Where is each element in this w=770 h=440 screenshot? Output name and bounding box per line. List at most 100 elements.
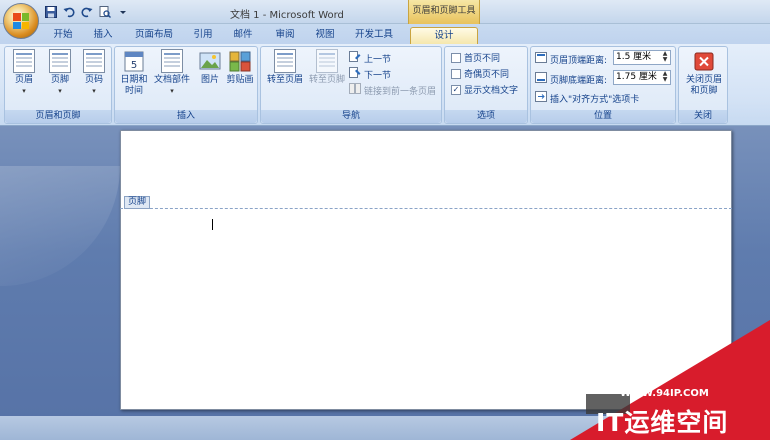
clipart-icon — [229, 49, 251, 73]
watermark-text: IT运维空间 — [596, 408, 729, 437]
alignment-tab-icon — [535, 91, 547, 105]
previous-section-button[interactable]: 上一节 — [349, 51, 391, 65]
show-document-text-checkbox[interactable]: ✓ 显示文档文字 — [451, 83, 518, 96]
group-close: 关闭页眉 和页脚 关闭 — [678, 46, 728, 124]
spinner-arrows-icon[interactable]: ▲ ▼ — [661, 51, 669, 64]
different-odd-even-label: 奇偶页不同 — [464, 70, 510, 80]
link-to-previous-label: 链接到前一条页眉 — [364, 86, 437, 97]
tab-references[interactable]: 引用 — [186, 27, 220, 44]
footer-tag: 页脚 — [124, 196, 151, 209]
goto-header-label: 转至页眉 — [266, 75, 303, 85]
window-title: 文档 1 - Microsoft Word — [230, 10, 344, 21]
title-bar: 文档 1 - Microsoft Word 页眉和页脚工具 — [0, 0, 770, 24]
picture-icon — [199, 49, 221, 73]
previous-section-label: 上一节 — [364, 54, 392, 65]
tab-home[interactable]: 开始 — [46, 27, 80, 44]
group-insert: 5 日期和 时间 文档部件 ▾ 图片 剪贴画 插入 — [114, 46, 258, 124]
group-label-options: 选项 — [445, 110, 527, 123]
spinner-arrows-icon[interactable]: ▲ ▼ — [661, 71, 669, 84]
datetime-button[interactable]: 5 日期和 时间 — [117, 49, 151, 97]
page-number-button-label: 页码 — [84, 75, 103, 85]
picture-label: 图片 — [200, 75, 219, 85]
checkmark-icon: ✓ — [451, 84, 461, 95]
customize-icon[interactable] — [116, 5, 130, 19]
close-header-footer-button[interactable]: 关闭页眉 和页脚 — [681, 49, 727, 97]
chevron-down-icon: ▾ — [22, 87, 26, 95]
tab-developer[interactable]: 开发工具 — [348, 27, 400, 44]
header-page-icon — [13, 49, 35, 73]
goto-footer-icon — [316, 49, 338, 73]
group-label-insert: 插入 — [115, 110, 257, 123]
group-label-position: 位置 — [531, 110, 675, 123]
footer-from-bottom-row: 页脚底端距离: — [535, 72, 607, 86]
office-button[interactable] — [3, 3, 39, 39]
header-distance-value: 1.5 厘米 — [616, 52, 652, 62]
insert-alignment-tab-button[interactable]: 插入"对齐方式"选项卡 — [535, 91, 639, 105]
page-number-button[interactable]: 页码 ▾ — [77, 49, 111, 97]
footer-boundary-line — [120, 208, 732, 209]
checkbox-empty-icon — [451, 68, 461, 79]
group-header-footer: 页眉 ▾ 页脚 ▾ 页码 ▾ 页眉和页脚 — [4, 46, 112, 124]
header-button[interactable]: 页眉 ▾ — [7, 49, 41, 97]
datetime-label-line1: 日期和 — [120, 75, 148, 85]
footer-distance-value: 1.75 厘米 — [616, 72, 657, 82]
different-first-page-checkbox[interactable]: 首页不同 — [451, 51, 500, 64]
previous-section-icon — [349, 51, 361, 65]
tab-page-layout[interactable]: 页面布局 — [128, 27, 180, 44]
calendar-icon: 5 — [123, 49, 145, 73]
group-navigation: 转至页眉 转至页脚 上一节 下一节 链接到前一条页眉 导航 — [260, 46, 442, 124]
goto-header-icon — [274, 49, 296, 73]
insert-alignment-tab-label: 插入"对齐方式"选项卡 — [550, 94, 640, 105]
chevron-down-icon: ▾ — [170, 87, 174, 95]
redo-icon[interactable] — [80, 5, 94, 19]
header-button-label: 页眉 — [14, 75, 33, 85]
office-logo-icon — [13, 13, 29, 29]
group-label-close: 关闭 — [679, 110, 727, 123]
tab-mailings[interactable]: 邮件 — [226, 27, 260, 44]
close-label-line1: 关闭页眉 — [685, 75, 722, 85]
tab-insert[interactable]: 插入 — [86, 27, 120, 44]
background-swoosh — [0, 166, 120, 286]
footer-position-icon — [535, 72, 547, 86]
chevron-down-icon: ▾ — [92, 87, 96, 95]
undo-icon[interactable] — [62, 5, 76, 19]
watermark-url: WWW.94IP.COM — [620, 388, 709, 399]
goto-header-button[interactable]: 转至页眉 — [265, 49, 305, 86]
print-preview-icon[interactable] — [98, 5, 112, 19]
svg-text:5: 5 — [131, 60, 137, 71]
next-section-icon — [349, 67, 361, 81]
footer-from-bottom-label: 页脚底端距离: — [550, 75, 608, 86]
different-first-page-label: 首页不同 — [464, 54, 501, 64]
next-section-button[interactable]: 下一节 — [349, 67, 391, 81]
close-icon — [693, 49, 715, 73]
quick-parts-icon — [161, 49, 183, 73]
contextual-tab-group-title: 页眉和页脚工具 — [408, 0, 480, 24]
picture-button[interactable]: 图片 — [193, 49, 227, 86]
save-icon[interactable] — [44, 5, 58, 19]
goto-footer-label: 转至页脚 — [308, 75, 345, 85]
goto-footer-button[interactable]: 转至页脚 — [307, 49, 347, 86]
next-section-label: 下一节 — [364, 70, 392, 81]
tab-view[interactable]: 视图 — [308, 27, 342, 44]
quick-parts-button[interactable]: 文档部件 ▾ — [153, 49, 191, 97]
tab-design[interactable]: 设计 — [410, 27, 478, 44]
group-label-navigation: 导航 — [261, 110, 441, 123]
footer-page-icon — [49, 49, 71, 73]
footer-button[interactable]: 页脚 ▾ — [43, 49, 77, 97]
different-odd-even-checkbox[interactable]: 奇偶页不同 — [451, 67, 509, 80]
header-distance-spinner[interactable]: 1.5 厘米 ▲ ▼ — [613, 50, 671, 65]
checkbox-empty-icon — [451, 52, 461, 63]
header-from-top-row: 页眉顶端距离: — [535, 52, 607, 66]
link-to-previous-button[interactable]: 链接到前一条页眉 — [349, 83, 436, 97]
footer-button-label: 页脚 — [50, 75, 69, 85]
footer-distance-spinner[interactable]: 1.75 厘米 ▲ ▼ — [613, 70, 671, 85]
chevron-down-icon: ▾ — [58, 87, 62, 95]
group-label-header-footer: 页眉和页脚 — [5, 110, 111, 123]
clipart-label: 剪贴画 — [226, 75, 254, 85]
show-document-text-label: 显示文档文字 — [464, 86, 519, 96]
group-position: 页眉顶端距离: 1.5 厘米 ▲ ▼ 页脚底端距离: 1.75 厘米 ▲ ▼ 插入"… — [530, 46, 676, 124]
quick-parts-label: 文档部件 — [153, 75, 190, 85]
clipart-button[interactable]: 剪贴画 — [223, 49, 257, 86]
tab-review[interactable]: 审阅 — [268, 27, 302, 44]
group-options: 首页不同 奇偶页不同 ✓ 显示文档文字 选项 — [444, 46, 528, 124]
